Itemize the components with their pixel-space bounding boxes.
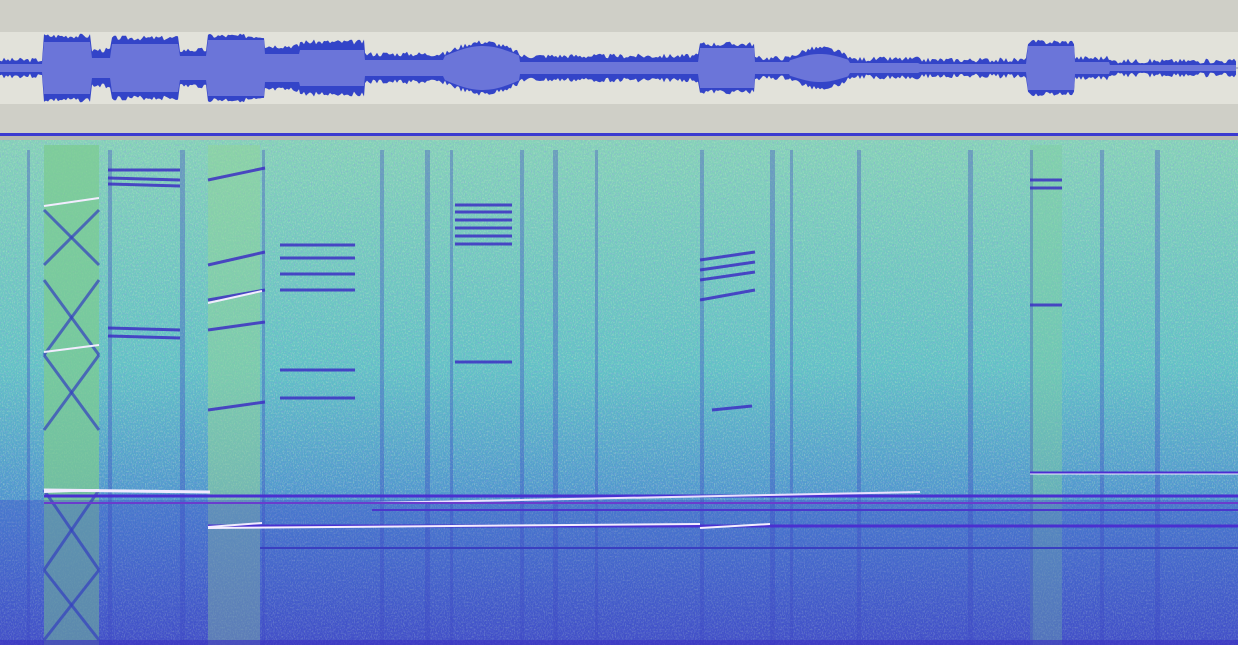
spectro-low-freq-region (0, 500, 1238, 645)
waveform-view[interactable] (0, 0, 1238, 140)
audio-editor-window (0, 0, 1238, 645)
spectro-harmonic-stack (107, 182, 181, 188)
spectro-harmonic-stack (107, 334, 181, 340)
waveform-track[interactable] (0, 0, 1238, 141)
spectrogram-track[interactable] (0, 140, 1238, 645)
spectro-harmonic-stack (107, 176, 181, 182)
spectrogram-view[interactable] (0, 140, 1238, 645)
spectro-bottom-edge (0, 640, 1238, 645)
spectro-harmonic-stack (107, 326, 181, 332)
track-divider (0, 133, 1238, 136)
